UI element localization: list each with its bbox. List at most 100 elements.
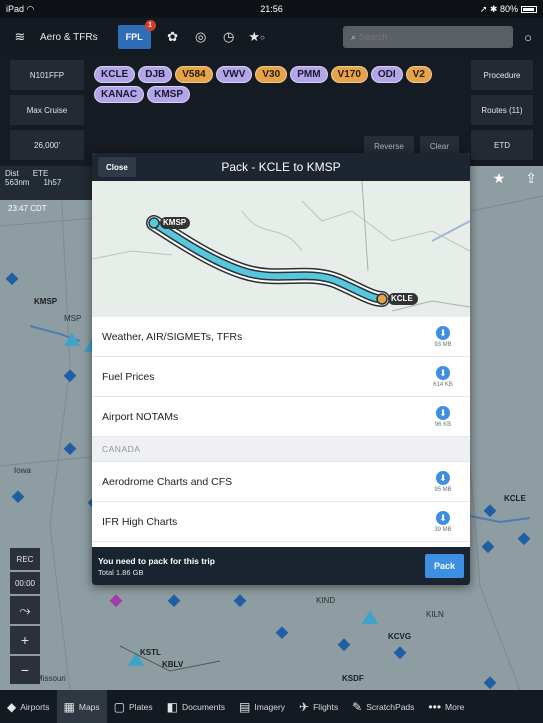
- download-size: 96 KB: [434, 421, 452, 428]
- altitude-cell[interactable]: 26,000': [10, 130, 84, 160]
- star-icon[interactable]: ★: [493, 170, 506, 187]
- status-device: iPad ◠: [6, 3, 35, 14]
- pack-summary-total: Total 1.86 GB: [98, 567, 144, 577]
- tab-documents[interactable]: ◧ Documents: [160, 690, 232, 723]
- performance-cell[interactable]: Max Cruise: [10, 95, 84, 125]
- wifi-icon: ◠: [26, 3, 35, 14]
- map-label-kind[interactable]: KIND: [316, 596, 335, 605]
- route-preview-svg: [92, 181, 470, 317]
- waypoint-chip[interactable]: KANAC: [94, 86, 145, 103]
- waypoint-chip[interactable]: KCLE: [94, 66, 136, 83]
- search-field[interactable]: ⌕: [343, 26, 513, 48]
- pack-modal: Close Pack - KCLE to KMSP KMSP KCLE Weat…: [92, 153, 470, 585]
- flights-icon: ✈: [299, 699, 310, 714]
- download-control[interactable]: ⬇ 95 MB: [426, 470, 460, 493]
- tab-flights[interactable]: ✈ Flights: [292, 690, 345, 723]
- tab-plates[interactable]: ▢ Plates: [107, 690, 160, 723]
- gauge-icon[interactable]: ◎: [187, 23, 215, 51]
- close-button[interactable]: Close: [98, 157, 136, 177]
- waypoint-chip[interactable]: DJB: [138, 66, 173, 83]
- track-icon[interactable]: ⤳: [10, 596, 40, 624]
- download-size: 39 MB: [434, 526, 452, 533]
- map-label-kcle[interactable]: KCLE: [504, 494, 526, 503]
- map-label-kblv[interactable]: KBLV: [162, 660, 183, 669]
- fpl-button[interactable]: FPL 1: [117, 20, 156, 49]
- download-icon[interactable]: ⬇: [436, 405, 450, 420]
- download-icon[interactable]: ⬇: [436, 510, 450, 525]
- tab-scratchpads[interactable]: ✎ ScratchPads: [345, 690, 421, 723]
- map-label-kcvg[interactable]: KCVG: [388, 632, 411, 641]
- download-icon[interactable]: ⬇: [436, 470, 450, 485]
- imagery-icon: ▤: [238, 699, 251, 714]
- tab-more[interactable]: ••• More: [421, 690, 471, 723]
- waypoint-chip[interactable]: PMM: [290, 66, 328, 83]
- map-label-kmsp[interactable]: KMSP: [34, 297, 57, 306]
- procedure-button[interactable]: Procedure: [471, 60, 533, 90]
- waypoint-chip[interactable]: V30: [255, 66, 288, 83]
- pack-row-label: IFR High Charts: [102, 515, 178, 528]
- pack-row-label: Weather, AIR/SIGMETs, TFRs: [102, 330, 243, 343]
- settings-icon[interactable]: ○: [513, 23, 543, 51]
- map-icon: ▦: [63, 699, 75, 714]
- layers-label[interactable]: Aero & TFRs: [40, 32, 98, 43]
- fpl-label: FPL: [125, 32, 143, 42]
- download-size: 95 MB: [434, 486, 452, 493]
- download-control[interactable]: ⬇ 39 MB: [426, 510, 460, 533]
- rec-button[interactable]: REC: [10, 548, 40, 570]
- map-label-missouri: Missouri: [36, 674, 66, 683]
- aircraft-cell[interactable]: N101FFP: [10, 60, 84, 90]
- layers-icon[interactable]: ≋: [0, 23, 40, 51]
- documents-icon: ◧: [166, 699, 178, 714]
- search-input[interactable]: [359, 32, 500, 42]
- waypoint-chip[interactable]: V2: [405, 66, 432, 83]
- status-battery: ➚ ✱ 80%: [480, 4, 537, 15]
- download-control[interactable]: ⬇ 93 MB: [426, 325, 460, 348]
- zoom-in-icon[interactable]: +: [10, 626, 40, 654]
- map-label-kiln[interactable]: KILN: [426, 610, 444, 619]
- tab-imagery[interactable]: ▤ Imagery: [232, 690, 292, 723]
- map-tools: ★ ⇪: [493, 170, 537, 187]
- waypoint-chip[interactable]: VWV: [215, 66, 253, 83]
- modal-header: Close Pack - KCLE to KMSP: [92, 153, 470, 181]
- pack-summary: You need to pack for this trip Total 1.8…: [98, 556, 215, 577]
- download-icon[interactable]: ⬇: [436, 325, 450, 340]
- waypoint-chip[interactable]: V170: [330, 66, 368, 83]
- gear-icon[interactable]: ✿: [159, 23, 187, 51]
- pack-row-weather[interactable]: Weather, AIR/SIGMETs, TFRs ⬇ 93 MB: [92, 317, 470, 357]
- download-control[interactable]: ⬇ 614 KB: [426, 365, 460, 388]
- waypoint-chip[interactable]: ODI: [370, 66, 403, 83]
- waypoint-chip[interactable]: KMSP: [147, 86, 191, 103]
- tab-maps[interactable]: ▦ Maps: [56, 690, 107, 723]
- left-map-controls: REC 00:00 ⤳ + −: [10, 548, 40, 686]
- airport-icon: ◆: [7, 699, 17, 714]
- pack-row-notams[interactable]: Airport NOTAMs ⬇ 96 KB: [92, 397, 470, 437]
- etd-button[interactable]: ETD: [471, 130, 533, 160]
- route-to-label: KCLE: [391, 294, 413, 303]
- pack-row-ifr-high[interactable]: IFR High Charts ⬇ 39 MB: [92, 502, 470, 542]
- download-size: 93 MB: [434, 341, 452, 348]
- route-panel: N101FFP Max Cruise 26,000' KCLE DJB V584 VW…: [0, 56, 543, 166]
- modal-title: Pack - KCLE to KMSP: [221, 160, 341, 174]
- section-header-canada: CANADA: [92, 437, 470, 462]
- share-icon[interactable]: ⇪: [525, 170, 537, 187]
- clock-icon[interactable]: ◷: [215, 23, 243, 51]
- pack-row-fuel[interactable]: Fuel Prices ⬇ 614 KB: [92, 357, 470, 397]
- tab-airports[interactable]: ◆ Airports: [0, 690, 57, 723]
- star-icon[interactable]: ★ ○: [243, 23, 271, 51]
- download-icon[interactable]: ⬇: [436, 365, 450, 380]
- routes-button[interactable]: Routes (11): [471, 95, 533, 125]
- tab-label: Maps: [78, 701, 100, 712]
- pack-button[interactable]: Pack: [424, 554, 464, 578]
- pack-summary-message: You need to pack for this trip: [98, 555, 215, 566]
- zoom-out-icon[interactable]: −: [10, 656, 40, 684]
- bottom-tab-bar: ◆ Airports ▦ Maps ▢ Plates ◧ Documents ▤ Imagery ✈…: [0, 690, 543, 723]
- map-label-ksdf[interactable]: KSDF: [342, 674, 364, 683]
- map-label-kstl[interactable]: KSTL: [140, 648, 161, 657]
- download-control[interactable]: ⬇ 96 KB: [426, 405, 460, 428]
- search-icon: ⌕: [351, 31, 357, 42]
- map-label-msp: MSP: [64, 314, 82, 323]
- waypoint-chip[interactable]: V584: [175, 66, 213, 83]
- pack-row-aerodrome[interactable]: Aerodrome Charts and CFS ⬇ 95 MB: [92, 462, 470, 502]
- more-icon: •••: [428, 699, 442, 714]
- ete-value: 1h57: [43, 178, 62, 187]
